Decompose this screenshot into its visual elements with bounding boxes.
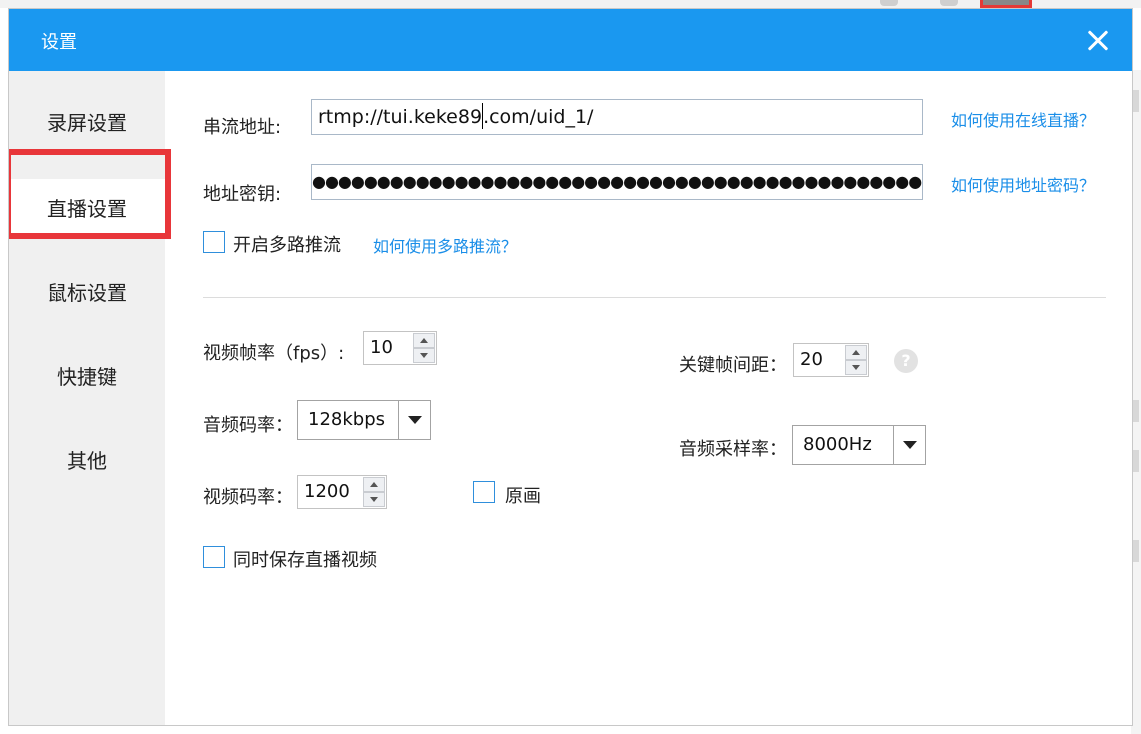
video-bitrate-stepper[interactable]: 1200 — [297, 475, 387, 509]
audio-sample-rate-label: 音频采样率： — [679, 439, 787, 460]
stream-url-value-start: rtmp://tui.keke89 — [318, 106, 483, 128]
stream-url-label: 串流地址: — [203, 117, 282, 138]
section-divider — [203, 297, 1106, 298]
save-live-video-label: 同时保存直播视频 — [233, 550, 377, 571]
dialog-title: 设置 — [41, 32, 77, 53]
stream-url-value-end: .com/uid_1/ — [483, 106, 594, 128]
background-window-icon — [940, 0, 958, 6]
chevron-down-icon[interactable] — [893, 426, 925, 464]
original-quality-label: 原画 — [505, 486, 541, 507]
sidebar-item-live-settings[interactable]: 直播设置 — [9, 179, 165, 239]
live-settings-panel: 串流地址: rtmp://tui.keke89.com/uid_1/ 如何使用在… — [165, 71, 1132, 725]
multi-stream-checkbox[interactable] — [203, 231, 225, 253]
stream-key-input[interactable]: ●●●●●●●●●●●●●●●●●●●●●●●●●●●●●●●●●●●●●●●●… — [311, 164, 923, 200]
chevron-down-icon[interactable] — [398, 401, 430, 439]
sidebar-item-other[interactable]: 其他 — [9, 431, 165, 491]
audio-bitrate-value: 128kbps — [308, 409, 386, 430]
fps-stepper[interactable]: 10 — [363, 331, 437, 365]
question-mark-icon[interactable]: ? — [894, 349, 918, 373]
save-live-video-checkbox[interactable] — [203, 546, 225, 568]
fps-value: 10 — [370, 337, 393, 358]
settings-sidebar: 录屏设置 直播设置 鼠标设置 快捷键 其他 — [9, 71, 171, 725]
keyframe-interval-stepper[interactable]: 20 — [793, 343, 869, 377]
audio-bitrate-label: 音频码率： — [203, 415, 293, 436]
sidebar-item-hotkeys[interactable]: 快捷键 — [9, 347, 165, 407]
settings-dialog: 设置 录屏设置 直播设置 鼠标设置 快捷键 其他 串流地址: rtmp://tu… — [8, 8, 1133, 726]
background-help-icon — [880, 0, 898, 6]
audio-sample-rate-select[interactable]: 8000Hz — [792, 425, 926, 465]
dialog-titlebar: 设置 — [9, 9, 1132, 71]
stream-key-label: 地址密钥: — [203, 184, 282, 205]
multi-stream-help-link[interactable]: 如何使用多路推流？ — [373, 233, 517, 257]
background-settings-icon — [980, 0, 1032, 8]
stream-key-help-link[interactable]: 如何使用地址密码？ — [951, 172, 1095, 196]
original-quality-checkbox[interactable] — [473, 481, 495, 503]
keyframe-interval-value: 20 — [800, 349, 823, 370]
stream-url-help-link[interactable]: 如何使用在线直播？ — [951, 107, 1095, 131]
fps-label: 视频帧率（fps）: — [203, 343, 345, 364]
fps-increment-icon[interactable] — [413, 333, 435, 348]
sidebar-item-record-settings[interactable]: 录屏设置 — [9, 93, 165, 153]
keyframe-decrement-icon[interactable] — [845, 360, 867, 375]
background-app-toolbar — [0, 0, 1141, 8]
stream-key-masked-value: ●●●●●●●●●●●●●●●●●●●●●●●●●●●●●●●●●●●●●●●●… — [312, 172, 922, 191]
keyframe-interval-label: 关键帧间距： — [679, 355, 787, 376]
audio-bitrate-select[interactable]: 128kbps — [297, 400, 431, 440]
multi-stream-label: 开启多路推流 — [233, 235, 341, 256]
video-bitrate-decrement-icon[interactable] — [363, 492, 385, 507]
stream-url-input[interactable]: rtmp://tui.keke89.com/uid_1/ — [311, 99, 923, 135]
fps-decrement-icon[interactable] — [413, 348, 435, 363]
sidebar-item-mouse-settings[interactable]: 鼠标设置 — [9, 263, 165, 323]
video-bitrate-label: 视频码率： — [203, 487, 293, 508]
audio-sample-rate-value: 8000Hz — [803, 434, 872, 455]
keyframe-increment-icon[interactable] — [845, 345, 867, 360]
video-bitrate-value: 1200 — [304, 481, 350, 502]
close-icon[interactable] — [1082, 24, 1114, 56]
video-bitrate-increment-icon[interactable] — [363, 477, 385, 492]
